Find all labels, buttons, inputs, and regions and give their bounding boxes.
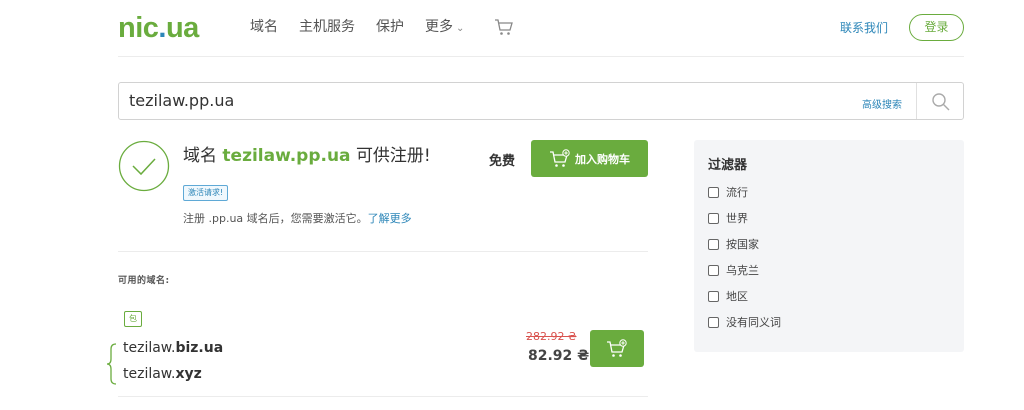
old-price: 282.92 ₴ (526, 330, 577, 343)
filter-world[interactable]: 世界 (708, 210, 748, 226)
filter-by-country[interactable]: 按国家 (708, 236, 759, 252)
nav-more-label: 更多 (425, 19, 453, 35)
logo-dot: . (158, 12, 166, 44)
nav-domains[interactable]: 域名 (250, 18, 278, 38)
new-price: 82.92 ₴ (528, 348, 590, 364)
price-free: 免费 (489, 154, 516, 169)
filter-no-synonyms[interactable]: 没有同义词 (708, 314, 781, 330)
bundle-domain-tld: biz.ua (175, 340, 224, 356)
nav-more[interactable]: 更多 ⌄ (425, 18, 464, 38)
activation-note: 注册 .pp.ua 域名后，您需要激活它。了解更多 (183, 210, 412, 226)
checkbox[interactable] (708, 290, 719, 302)
bundle-domain: tezilaw.biz.ua (123, 340, 223, 356)
checkbox[interactable] (708, 238, 719, 250)
filter-label: 乌克兰 (726, 264, 759, 277)
checkbox[interactable] (708, 316, 719, 328)
chevron-down-icon: ⌄ (456, 23, 465, 34)
login-button[interactable]: 登录 (909, 14, 964, 41)
header-divider (118, 56, 964, 57)
cart-plus-icon (607, 338, 627, 357)
logo-main: nic (118, 12, 159, 44)
site-header: nic.ua 域名 主机服务 保护 更多 ⌄ 联系我们 登录 (0, 0, 1024, 56)
bundle-brace (106, 343, 117, 385)
available-domains-label: 可用的域名: (118, 276, 170, 286)
add-to-cart-label: 加入购物车 (575, 152, 630, 166)
nav-hosting[interactable]: 主机服务 (299, 18, 355, 38)
domain-search-input[interactable] (129, 91, 729, 110)
filter-panel: 过滤器 流行 世界 按国家 乌克兰 地区 没有同义词 (694, 140, 964, 352)
logo[interactable]: nic.ua (118, 12, 199, 45)
activation-note-text: 注册 .pp.ua 域名后，您需要激活它。 (183, 212, 368, 225)
search-icon[interactable] (931, 92, 951, 112)
advanced-search-link[interactable]: 高级搜索 (862, 96, 902, 111)
cart-plus-icon (550, 148, 570, 167)
filter-title: 过滤器 (708, 158, 748, 173)
filter-label: 按国家 (726, 238, 759, 251)
checkbox[interactable] (708, 186, 719, 198)
contact-link[interactable]: 联系我们 (840, 19, 888, 36)
checkbox[interactable] (708, 212, 719, 224)
package-tag: 包 (124, 311, 142, 327)
filter-popular[interactable]: 流行 (708, 184, 748, 200)
learn-more-link[interactable]: 了解更多 (368, 212, 412, 225)
add-bundle-to-cart-button[interactable] (590, 330, 644, 367)
filter-label: 流行 (726, 186, 748, 199)
result-suffix: 可供注册! (355, 146, 431, 166)
main-nav: 域名 主机服务 保护 更多 ⌄ (250, 18, 485, 38)
result-title: 域名 tezilaw.pp.ua 可供注册! (183, 141, 431, 166)
cart-icon[interactable] (494, 17, 514, 37)
logo-tld: ua (165, 12, 199, 44)
result-prefix: 域名 (183, 146, 217, 166)
activation-badge: 激活请求! (183, 185, 229, 201)
section-divider (118, 251, 648, 252)
checkbox[interactable] (708, 264, 719, 276)
section-divider (118, 396, 648, 397)
bundle-domain-name: tezilaw. (123, 366, 176, 382)
bundle-domain-tld: xyz (175, 366, 202, 382)
domain-search-box: 高级搜索 (118, 82, 964, 120)
filter-region[interactable]: 地区 (708, 288, 748, 304)
filter-label: 没有同义词 (726, 316, 781, 329)
add-to-cart-button[interactable]: 加入购物车 (531, 140, 648, 177)
filter-label: 世界 (726, 212, 748, 225)
search-divider (916, 83, 917, 119)
nav-protection[interactable]: 保护 (376, 18, 404, 38)
bundle-domain: tezilaw.xyz (123, 366, 202, 382)
check-circle-icon (118, 140, 170, 192)
bundle-domain-name: tezilaw. (123, 340, 176, 356)
filter-ukraine[interactable]: 乌克兰 (708, 262, 759, 278)
result-domain: tezilaw.pp.ua (222, 146, 351, 166)
filter-label: 地区 (726, 290, 748, 303)
